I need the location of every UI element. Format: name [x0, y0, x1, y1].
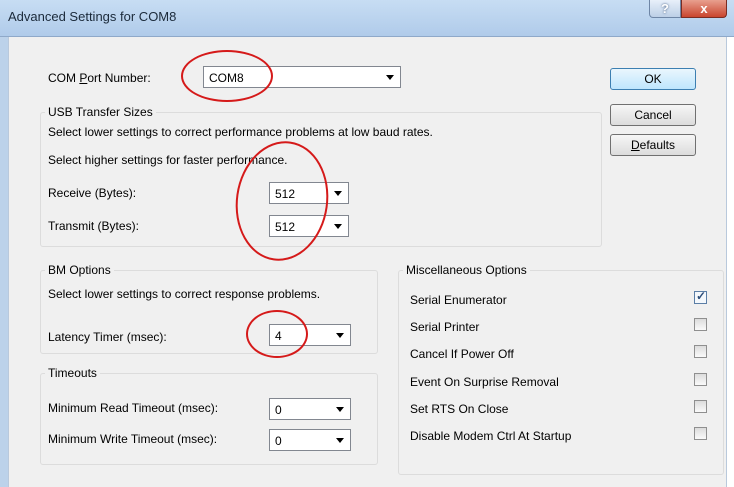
write-timeout-label: Minimum Write Timeout (msec):: [48, 432, 218, 446]
disable-modem-ctrl-checkbox[interactable]: [694, 427, 707, 440]
defaults-button[interactable]: Defaults: [610, 134, 696, 156]
option-label-cancel-if-power-off: Cancel If Power Off: [410, 347, 514, 361]
bm-hint: Select lower settings to correct respons…: [48, 287, 321, 301]
chevron-down-icon: [334, 191, 342, 196]
event-on-surprise-removal-checkbox[interactable]: [694, 373, 707, 386]
read-timeout-value: 0: [275, 403, 282, 417]
read-timeout-label: Minimum Read Timeout (msec):: [48, 401, 219, 415]
com-port-label: COM Port Number:: [48, 71, 151, 85]
help-button[interactable]: ?: [649, 0, 681, 18]
cancel-button[interactable]: Cancel: [610, 104, 696, 126]
option-label-serial-enumerator: Serial Enumerator: [410, 293, 507, 307]
checkmark-icon: ✓: [696, 289, 707, 303]
option-label-disable-modem-ctrl: Disable Modem Ctrl At Startup: [410, 429, 572, 443]
transmit-label: Transmit (Bytes):: [48, 219, 139, 233]
serial-enumerator-checkbox[interactable]: ✓: [694, 289, 707, 304]
bm-options-title: BM Options: [45, 263, 114, 277]
chevron-down-icon: [334, 224, 342, 229]
option-label-event-on-surprise-removal: Event On Surprise Removal: [410, 375, 559, 389]
usb-transfer-title: USB Transfer Sizes: [45, 105, 156, 119]
window-frame-left: [0, 37, 8, 487]
ok-button[interactable]: OK: [610, 68, 696, 90]
write-timeout-select[interactable]: 0: [269, 429, 351, 451]
window-title: Advanced Settings for COM8: [8, 9, 177, 24]
chevron-down-icon: [336, 333, 344, 338]
chevron-down-icon: [336, 438, 344, 443]
chevron-down-icon: [336, 407, 344, 412]
annotation-ring-com-port: [181, 50, 273, 102]
set-rts-on-close-checkbox[interactable]: [694, 400, 707, 413]
receive-label: Receive (Bytes):: [48, 186, 137, 200]
latency-timer-label: Latency Timer (msec):: [48, 330, 167, 344]
read-timeout-select[interactable]: 0: [269, 398, 351, 420]
option-label-set-rts-on-close: Set RTS On Close: [410, 402, 509, 416]
serial-printer-checkbox[interactable]: [694, 318, 707, 331]
help-icon: ?: [661, 1, 669, 16]
close-button[interactable]: x: [681, 0, 727, 18]
chevron-down-icon: [386, 75, 394, 80]
timeouts-title: Timeouts: [45, 366, 100, 380]
window-frame-right: [727, 37, 734, 487]
usb-hint-lower: Select lower settings to correct perform…: [48, 125, 433, 139]
option-label-serial-printer: Serial Printer: [410, 320, 480, 334]
annotation-ring-latency: [246, 310, 308, 358]
misc-options-title: Miscellaneous Options: [403, 263, 530, 277]
write-timeout-value: 0: [275, 434, 282, 448]
cancel-if-power-off-checkbox[interactable]: [694, 345, 707, 358]
title-bar: Advanced Settings for COM8 ? x: [0, 0, 734, 37]
close-icon: x: [700, 1, 708, 16]
